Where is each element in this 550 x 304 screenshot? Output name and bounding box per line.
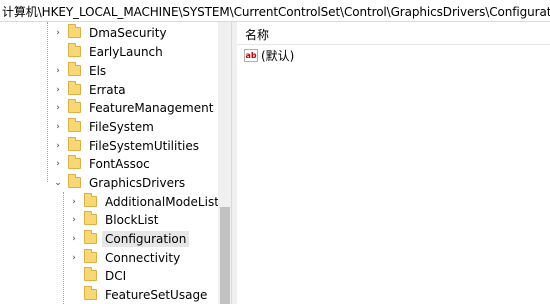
tree-expander [68, 285, 80, 304]
tree-item-label: DmaSecurity [89, 25, 167, 40]
tree-item-els[interactable]: › Els [52, 61, 109, 80]
tree-item-dmasecurity[interactable]: › DmaSecurity [52, 23, 170, 42]
tree-scrollbar-thumb[interactable] [220, 207, 230, 304]
tree-item-label: AdditionalModeLists [105, 194, 226, 209]
folder-icon [68, 137, 81, 151]
tree-guide-line [47, 22, 48, 182]
address-bar[interactable]: 计算机\HKEY_LOCAL_MACHINE\SYSTEM\CurrentCon… [0, 0, 550, 22]
folder-icon [68, 81, 81, 95]
folder-icon [68, 99, 81, 113]
tree-item-label: Errata [89, 82, 126, 97]
tree-guide-line [63, 192, 64, 304]
tree-item-filesystem[interactable]: › FileSystem [52, 117, 157, 136]
chevron-right-icon[interactable]: › [68, 229, 80, 248]
chevron-down-icon[interactable]: ⌄ [52, 173, 64, 192]
tree-item-earlylaunch[interactable]: EarlyLaunch [52, 42, 166, 61]
tree-item-label: FileSystem [89, 119, 154, 134]
tree-item-dci[interactable]: DCI [68, 266, 129, 285]
chevron-right-icon[interactable]: › [52, 154, 64, 173]
chevron-right-icon[interactable]: › [52, 136, 64, 155]
column-header-divider [237, 44, 550, 45]
folder-icon [84, 211, 97, 225]
tree-item-label: Connectivity [105, 250, 181, 265]
tree-expander [52, 42, 64, 61]
chevron-right-icon[interactable]: › [52, 117, 64, 136]
tree-item-connectivity[interactable]: › Connectivity [68, 248, 183, 267]
tree-item-label: Configuration [102, 230, 190, 247]
folder-icon [84, 286, 97, 300]
tree-item-label: FileSystemUtilities [89, 138, 199, 153]
tree-item-additionalmodelists[interactable]: › AdditionalModeLists [68, 192, 228, 211]
tree-item-label: Els [89, 63, 107, 78]
tree-item-filesystemutilities[interactable]: › FileSystemUtilities [52, 136, 202, 155]
chevron-right-icon[interactable]: › [68, 248, 80, 267]
value-name: (默认) [261, 48, 295, 63]
folder-icon [68, 118, 81, 132]
folder-icon [84, 249, 97, 263]
tree-item-label: DCI [105, 268, 127, 283]
tree-item-label: EarlyLaunch [89, 44, 163, 59]
folder-open-icon [68, 174, 81, 188]
chevron-right-icon[interactable]: › [68, 210, 80, 229]
tree-item-featuremanagement[interactable]: › FeatureManagement [52, 98, 216, 117]
tree-item-label: FeatureManagement [89, 100, 214, 115]
tree-item-blocklist[interactable]: › BlockList [68, 210, 161, 229]
tree-item-graphicsdrivers[interactable]: ⌄ GraphicsDrivers [52, 173, 188, 192]
registry-tree[interactable]: › DmaSecurity EarlyLaunch › Els › Errata… [0, 22, 232, 304]
tree-item-configuration[interactable]: › Configuration [68, 229, 190, 248]
chevron-right-icon[interactable]: › [68, 192, 80, 211]
folder-icon [84, 267, 97, 281]
folder-icon [68, 24, 81, 38]
folder-icon [68, 62, 81, 76]
chevron-right-icon[interactable]: › [52, 23, 64, 42]
chevron-right-icon[interactable]: › [52, 98, 64, 117]
folder-icon [68, 155, 81, 169]
tree-item-fontassoc[interactable]: › FontAssoc [52, 154, 153, 173]
address-path[interactable]: 计算机\HKEY_LOCAL_MACHINE\SYSTEM\CurrentCon… [2, 3, 550, 20]
tree-item-label: FeatureSetUsage [105, 287, 208, 302]
column-header-name[interactable]: 名称 [245, 26, 269, 43]
tree-item-label: BlockList [105, 212, 159, 227]
tree-item-label: GraphicsDrivers [89, 175, 186, 190]
string-value-icon: ab [244, 48, 258, 62]
folder-icon [84, 230, 97, 244]
values-pane[interactable]: 名称 ab (默认) [237, 22, 550, 304]
tree-expander [68, 266, 80, 285]
chevron-right-icon[interactable]: › [52, 80, 64, 99]
tree-item-label: FontAssoc [89, 156, 150, 171]
folder-icon [84, 193, 97, 207]
tree-item-errata[interactable]: › Errata [52, 80, 129, 99]
folder-icon [68, 43, 81, 57]
chevron-right-icon[interactable]: › [52, 61, 64, 80]
value-row[interactable]: ab (默认) [244, 46, 294, 64]
tree-item-featuresetusage[interactable]: FeatureSetUsage [68, 285, 210, 304]
